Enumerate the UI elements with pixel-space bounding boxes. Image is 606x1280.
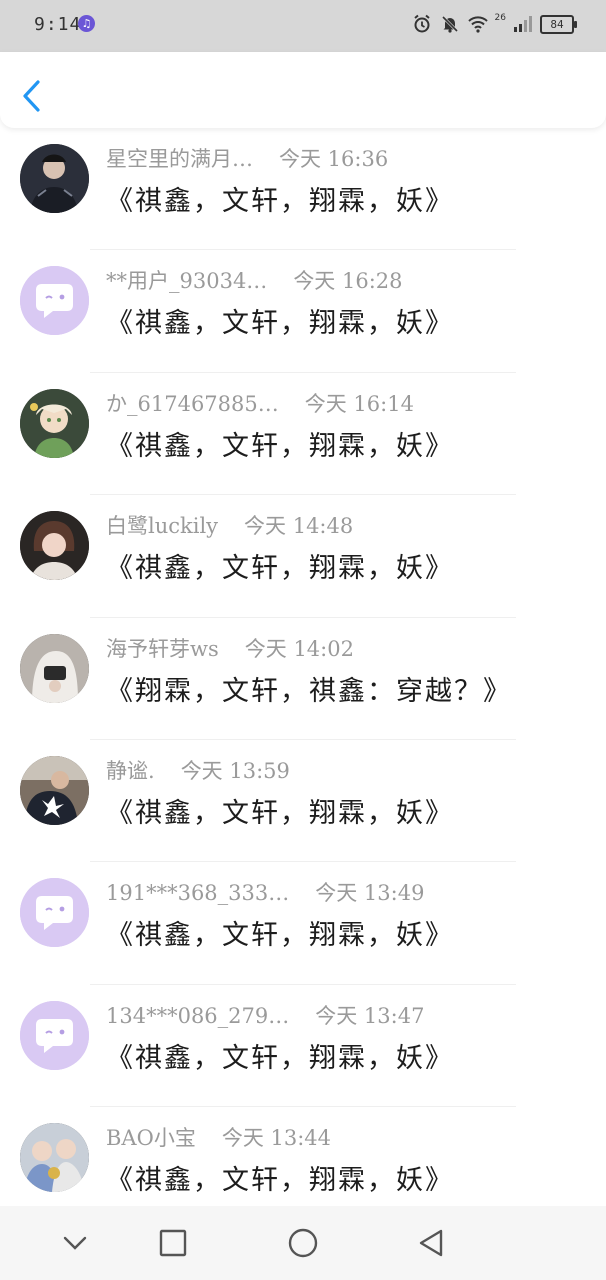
system-nav-bar <box>0 1206 606 1280</box>
comment-time: 今天 13:47 <box>315 1003 425 1028</box>
comment-text: 《翔霖，文轩，祺鑫：穿越？》 <box>106 675 512 707</box>
top-header <box>0 52 606 128</box>
battery-icon: 84 <box>540 14 577 34</box>
recent-apps-button[interactable] <box>154 1224 192 1262</box>
chevron-left-icon <box>23 80 40 112</box>
comment-text: 《祺鑫，文轩，翔霖，妖》 <box>106 430 454 462</box>
circle-home-icon <box>288 1228 318 1258</box>
comment-text: 《祺鑫，文轩，翔霖，妖》 <box>106 1042 454 1074</box>
comment-author[interactable]: 海予轩芽ws <box>106 637 219 661</box>
network-type-label: 26 <box>494 13 506 23</box>
collapse-nav-button[interactable] <box>56 1224 94 1262</box>
square-recent-apps-icon <box>159 1229 187 1257</box>
back-button[interactable] <box>18 78 48 114</box>
comment-author[interactable]: 静谧. <box>106 759 155 783</box>
back-nav-button[interactable] <box>412 1224 450 1262</box>
comment-author[interactable]: 白鹭luckily <box>106 514 218 538</box>
comment-text: 《祺鑫，文轩，翔霖，妖》 <box>106 553 454 585</box>
chat-bubble-icon <box>20 266 89 336</box>
comment-time: 今天 14:02 <box>244 636 354 661</box>
chat-bubble-icon <box>20 878 89 948</box>
comment-time: 今天 13:44 <box>221 1126 332 1151</box>
status-bar: 9:14 ♫ 26 84 <box>0 0 606 52</box>
avatar[interactable] <box>20 1123 89 1193</box>
comment-list: 星空里的满月… 今天 16:36 《祺鑫，文轩，翔霖，妖》 **用户_93034…… <box>0 128 606 1230</box>
comment-author[interactable]: 134***086_279… <box>106 1004 289 1028</box>
comment-row[interactable]: 134***086_279… 今天 13:47 《祺鑫，文轩，翔霖，妖》 <box>0 985 606 1108</box>
chevron-down-icon <box>63 1236 87 1250</box>
comment-row[interactable]: 海予轩芽ws 今天 14:02 《翔霖，文轩，祺鑫：穿越？》 <box>0 618 606 740</box>
comment-time: 今天 16:36 <box>279 147 389 171</box>
triangle-back-icon <box>419 1229 443 1257</box>
status-time: 9:14 <box>34 14 82 35</box>
avatar[interactable] <box>20 755 89 825</box>
wifi-icon <box>467 13 489 35</box>
comment-time: 今天 16:14 <box>304 391 414 416</box>
chat-bubble-icon <box>20 1000 89 1070</box>
avatar[interactable] <box>20 511 89 581</box>
comment-row[interactable]: 静谧. 今天 13:59 《祺鑫，文轩，翔霖，妖》 <box>0 740 606 863</box>
home-button[interactable] <box>284 1224 322 1262</box>
comment-row[interactable]: **用户_93034… 今天 16:28 《祺鑫，文轩，翔霖，妖》 <box>0 250 606 373</box>
comment-row[interactable]: 白鹭luckily 今天 14:48 《祺鑫，文轩，翔霖，妖》 <box>0 495 606 618</box>
comment-author[interactable]: 191***368_333… <box>106 881 289 905</box>
comment-row[interactable]: 191***368_333… 今天 13:49 《祺鑫，文轩，翔霖，妖》 <box>0 862 606 985</box>
comment-author[interactable]: か_617467885… <box>106 392 279 416</box>
signal-icon <box>512 13 534 35</box>
music-note-icon: ♫ <box>78 15 95 32</box>
avatar[interactable] <box>20 388 89 458</box>
comment-row[interactable]: 星空里的满月… 今天 16:36 《祺鑫，文轩，翔霖，妖》 <box>0 128 606 251</box>
avatar[interactable] <box>20 1000 89 1070</box>
comment-time: 今天 13:59 <box>180 758 290 783</box>
comment-text: 《祺鑫，文轩，翔霖，妖》 <box>106 308 454 340</box>
comment-author[interactable]: 星空里的满月… <box>106 147 253 171</box>
comment-text: 《祺鑫，文轩，翔霖，妖》 <box>106 1165 454 1197</box>
comment-text: 《祺鑫，文轩，翔霖，妖》 <box>106 797 454 829</box>
comment-text: 《祺鑫，文轩，翔霖，妖》 <box>106 186 454 217</box>
comment-time: 今天 16:28 <box>293 269 403 294</box>
comment-text: 《祺鑫，文轩，翔霖，妖》 <box>106 920 454 952</box>
avatar[interactable] <box>20 144 89 213</box>
avatar[interactable] <box>20 266 89 336</box>
comment-author[interactable]: **用户_93034… <box>106 269 267 293</box>
status-icons: 26 84 <box>411 13 577 35</box>
alarm-icon <box>411 13 433 35</box>
mute-icon <box>439 13 461 35</box>
avatar[interactable] <box>20 633 89 703</box>
avatar[interactable] <box>20 878 89 948</box>
comment-time: 今天 13:49 <box>315 881 425 906</box>
comment-row[interactable]: か_617467885… 今天 16:14 《祺鑫，文轩，翔霖，妖》 <box>0 373 606 496</box>
comment-time: 今天 14:48 <box>244 514 354 539</box>
comment-author[interactable]: BAO小宝 <box>106 1126 196 1150</box>
